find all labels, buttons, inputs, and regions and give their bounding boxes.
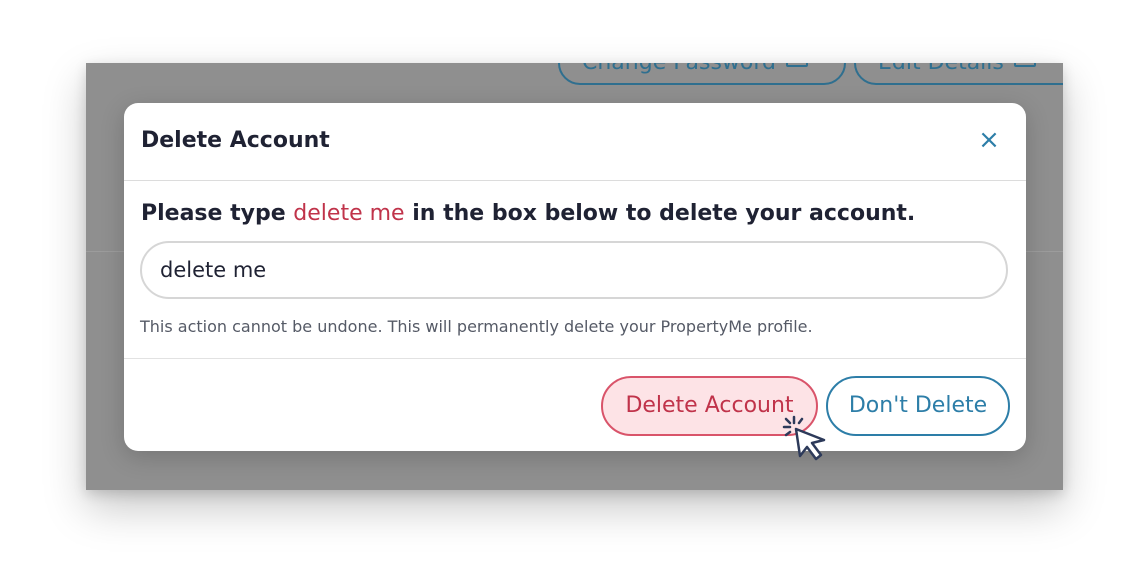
pointer-cursor-icon <box>782 415 826 461</box>
delete-account-modal: Delete Account × Please type delete me i… <box>124 103 1026 451</box>
confirmation-input[interactable] <box>140 241 1008 299</box>
instruction-text: Please type delete me in the box below t… <box>141 201 915 226</box>
instruction-prefix: Please type <box>141 201 294 226</box>
edit-icon <box>1013 63 1036 67</box>
warning-text: This action cannot be undone. This will … <box>140 317 813 336</box>
confirmation-phrase: delete me <box>293 201 405 226</box>
change-password-label: Change Password <box>582 63 776 85</box>
edit-details-button: Edit Details <box>854 63 1063 85</box>
change-password-button: Change Password <box>558 63 846 85</box>
instruction-suffix: in the box below to delete your account. <box>404 201 916 226</box>
modal-body: Please type delete me in the box below t… <box>124 181 1026 359</box>
edit-details-label: Edit Details <box>878 63 1004 85</box>
close-icon[interactable]: × <box>974 125 1004 155</box>
modal-title: Delete Account <box>141 128 330 153</box>
edit-icon <box>785 63 808 67</box>
modal-header: Delete Account × <box>124 103 1026 181</box>
dont-delete-button[interactable]: Don't Delete <box>826 376 1010 436</box>
